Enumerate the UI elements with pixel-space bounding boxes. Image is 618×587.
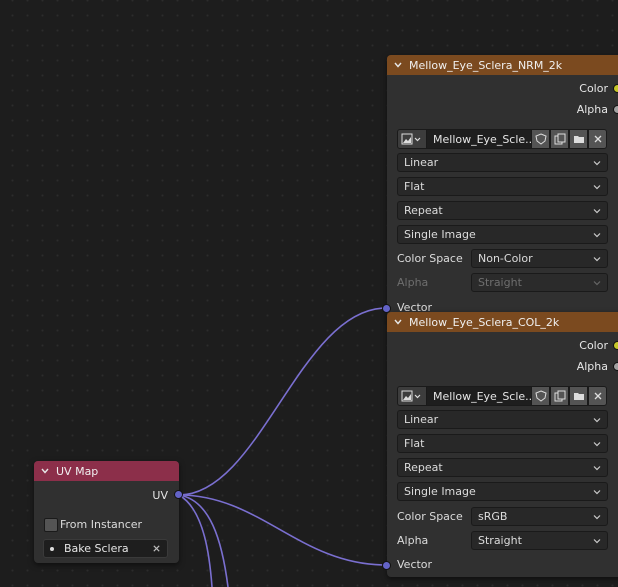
- chevron-down-icon: [593, 514, 601, 519]
- uv-layer-name: Bake Sclera: [64, 542, 129, 555]
- interpolation-dropdown[interactable]: Linear: [397, 153, 608, 172]
- color-space-value: Non-Color: [478, 252, 533, 265]
- output-alpha-label: Alpha: [576, 359, 608, 373]
- chevron-down-icon: [593, 538, 601, 543]
- alpha-mode-label: Alpha: [397, 276, 429, 289]
- color-output-socket[interactable]: [613, 84, 618, 93]
- color-output-socket[interactable]: [613, 341, 618, 350]
- duplicate-icon: [554, 133, 565, 145]
- link-uv-offscreen-2: [178, 494, 213, 587]
- chevron-down-icon: [593, 441, 601, 446]
- node-title: Mellow_Eye_Sclera_COL_2k: [409, 315, 560, 329]
- close-icon: [594, 135, 601, 143]
- collapse-chevron-icon[interactable]: [393, 317, 403, 327]
- link-uv-to-col-vector: [178, 494, 387, 566]
- projection-dropdown[interactable]: Flat: [397, 434, 608, 453]
- input-vector-label: Vector: [397, 558, 433, 571]
- vector-input-socket[interactable]: [382, 561, 391, 570]
- color-space-dropdown[interactable]: sRGB: [471, 507, 608, 526]
- shield-icon: [534, 390, 547, 402]
- chevron-down-icon: [593, 489, 601, 494]
- projection-value: Flat: [404, 180, 425, 193]
- image-selector: Mellow_Eye_Scle...: [397, 386, 607, 406]
- extension-dropdown[interactable]: Repeat: [397, 201, 608, 220]
- vector-input-socket[interactable]: [382, 304, 391, 313]
- chevron-down-icon: [593, 465, 601, 470]
- node-title: UV Map: [56, 464, 99, 478]
- fake-user-button[interactable]: [531, 129, 550, 149]
- duplicate-image-button[interactable]: [550, 129, 569, 149]
- node-header[interactable]: UV Map: [34, 461, 179, 481]
- from-instancer-label: From Instancer: [60, 518, 143, 531]
- uv-map-node[interactable]: UV Map UV From Instancer Bake Sclera: [34, 461, 179, 563]
- output-color-label: Color: [579, 81, 608, 95]
- alpha-mode-value: Straight: [478, 276, 522, 289]
- source-dropdown[interactable]: Single Image: [397, 225, 608, 244]
- uv-output-socket[interactable]: [174, 490, 183, 499]
- chevron-down-icon: [593, 160, 601, 165]
- folder-icon: [573, 393, 584, 400]
- source-value: Single Image: [404, 228, 476, 241]
- source-value: Single Image: [404, 485, 476, 498]
- color-space-value: sRGB: [478, 510, 508, 523]
- collapse-chevron-icon[interactable]: [393, 60, 403, 70]
- shield-icon: [534, 133, 547, 145]
- chevron-down-icon: [593, 280, 601, 285]
- image-name-field[interactable]: Mellow_Eye_Scle...: [427, 386, 531, 406]
- uv-layer-field[interactable]: Bake Sclera: [43, 539, 168, 558]
- projection-dropdown[interactable]: Flat: [397, 177, 608, 196]
- link-uv-offscreen-1: [178, 494, 229, 587]
- clear-icon[interactable]: [152, 544, 161, 553]
- alpha-output-socket[interactable]: [613, 362, 618, 371]
- unlink-image-button[interactable]: [588, 386, 607, 406]
- from-instancer-checkbox[interactable]: [44, 518, 58, 532]
- interpolation-value: Linear: [404, 156, 439, 169]
- uv-layer-dot-icon: [50, 546, 54, 551]
- chevron-down-icon: [593, 232, 601, 237]
- image-name-field[interactable]: Mellow_Eye_Scle...: [427, 129, 531, 149]
- duplicate-icon: [554, 390, 565, 402]
- chevron-down-icon: [593, 184, 601, 189]
- image-icon: [401, 390, 421, 402]
- projection-value: Flat: [404, 437, 425, 450]
- unlink-image-button[interactable]: [588, 129, 607, 149]
- output-uv-label: UV: [152, 488, 168, 502]
- alpha-mode-dropdown[interactable]: Straight: [471, 531, 608, 550]
- chevron-down-icon: [593, 256, 601, 261]
- color-space-label: Color Space: [397, 510, 463, 523]
- alpha-mode-label: Alpha: [397, 534, 429, 547]
- image-texture-node-col[interactable]: Mellow_Eye_Sclera_COL_2k Color Alpha Mel…: [387, 312, 618, 577]
- color-space-label: Color Space: [397, 252, 463, 265]
- chevron-down-icon: [593, 417, 601, 422]
- chevron-down-icon: [593, 208, 601, 213]
- alpha-output-socket[interactable]: [613, 105, 618, 114]
- interpolation-dropdown[interactable]: Linear: [397, 410, 608, 429]
- extension-value: Repeat: [404, 204, 443, 217]
- open-image-button[interactable]: [569, 386, 588, 406]
- color-space-dropdown[interactable]: Non-Color: [471, 249, 608, 268]
- extension-dropdown[interactable]: Repeat: [397, 458, 608, 477]
- folder-icon: [573, 136, 584, 143]
- open-image-button[interactable]: [569, 129, 588, 149]
- extension-value: Repeat: [404, 461, 443, 474]
- image-selector: Mellow_Eye_Scle...: [397, 129, 607, 149]
- collapse-chevron-icon[interactable]: [40, 466, 50, 476]
- close-icon: [594, 392, 601, 400]
- image-browse-button[interactable]: [397, 386, 427, 406]
- link-uv-to-nrm-vector: [178, 307, 387, 496]
- duplicate-image-button[interactable]: [550, 386, 569, 406]
- interpolation-value: Linear: [404, 413, 439, 426]
- alpha-mode-value: Straight: [478, 534, 522, 547]
- image-browse-button[interactable]: [397, 129, 427, 149]
- output-alpha-label: Alpha: [576, 102, 608, 116]
- node-header[interactable]: Mellow_Eye_Sclera_COL_2k: [387, 312, 618, 332]
- image-icon: [401, 133, 421, 145]
- alpha-mode-dropdown[interactable]: Straight: [471, 273, 608, 292]
- image-texture-node-nrm[interactable]: Mellow_Eye_Sclera_NRM_2k Color Alpha Mel…: [387, 55, 618, 317]
- node-title: Mellow_Eye_Sclera_NRM_2k: [409, 58, 563, 72]
- output-color-label: Color: [579, 338, 608, 352]
- node-header[interactable]: Mellow_Eye_Sclera_NRM_2k: [387, 55, 618, 75]
- source-dropdown[interactable]: Single Image: [397, 482, 608, 501]
- fake-user-button[interactable]: [531, 386, 550, 406]
